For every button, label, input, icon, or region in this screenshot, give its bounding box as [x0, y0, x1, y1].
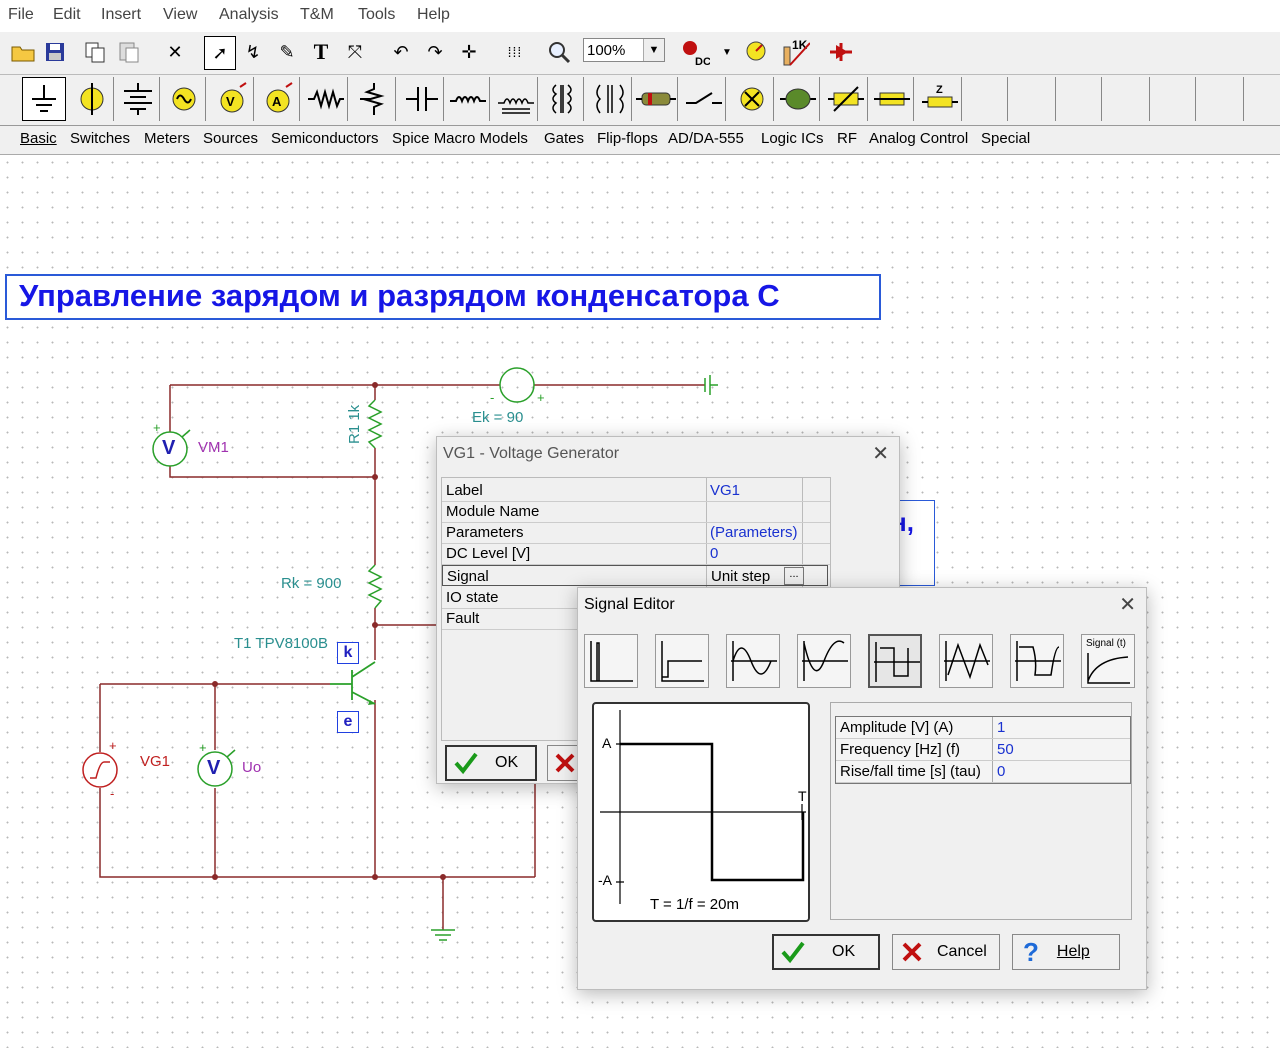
preview-period-label: T = 1/f = 20m — [650, 896, 739, 913]
ek-plus: + — [537, 390, 545, 405]
collector-k-label[interactable]: k — [337, 642, 359, 664]
step-wave-icon — [661, 641, 704, 682]
ek-label: Ek = 90 — [472, 409, 524, 426]
signal-editor-title: Signal Editor — [584, 596, 675, 613]
ek-minus: - — [490, 390, 495, 405]
trapezoid-wave-button[interactable] — [1010, 634, 1064, 688]
triangle-wave-icon — [944, 641, 990, 681]
t1-label: T1 TPV8100B — [234, 635, 328, 652]
signal-edit-button[interactable]: ... — [784, 567, 804, 585]
sine-wave-icon — [731, 641, 777, 681]
preview-t-label: T — [798, 788, 807, 804]
signal-params-grid: Amplitude [V] (A) 1 Frequency [Hz] (f) 5… — [830, 702, 1132, 920]
preview-neg-a-label: -A — [598, 872, 612, 888]
custom-signal-label: Signal (t) — [1086, 638, 1127, 649]
params-table: Amplitude [V] (A) 1 Frequency [Hz] (f) 5… — [835, 716, 1131, 784]
square-wave-button[interactable] — [868, 634, 922, 688]
sine-wave-button[interactable] — [726, 634, 780, 688]
signal-ok-button[interactable]: OK — [772, 934, 880, 970]
prop-row-dc-level[interactable]: DC Level [V] 0 — [442, 543, 830, 565]
vm1-v-label: V — [162, 437, 176, 459]
impulse-wave-icon — [590, 641, 633, 682]
x-icon — [902, 942, 922, 962]
unit-step-wave-button[interactable] — [655, 634, 709, 688]
x-icon — [555, 753, 575, 773]
unit-impulse-wave-button[interactable] — [584, 634, 638, 688]
square-wave-icon — [874, 642, 920, 682]
waveform-preview: A -A T T = 1/f = 20m — [592, 702, 810, 922]
signal-editor-dialog: Signal Editor ✕ Signal (t) A -A T T = 1/… — [577, 587, 1147, 990]
cosine-wave-icon — [802, 640, 848, 681]
vg1-dialog-title: VG1 - Voltage Generator — [443, 445, 620, 462]
vg1-label: VG1 — [140, 753, 171, 770]
uo-label: Uo — [242, 759, 262, 776]
question-icon: ? — [1023, 936, 1039, 967]
preview-a-label: A — [602, 735, 612, 751]
triangle-wave-button[interactable] — [939, 634, 993, 688]
signal-cancel-button[interactable]: Cancel — [892, 934, 1000, 970]
param-row-amplitude[interactable]: Amplitude [V] (A) 1 — [836, 717, 1130, 739]
prop-row-signal[interactable]: Signal Unit step ... — [442, 565, 828, 586]
vg1-plus: + — [109, 738, 117, 753]
close-icon[interactable]: ✕ — [1119, 592, 1136, 617]
param-row-frequency[interactable]: Frequency [Hz] (f) 50 — [836, 739, 1130, 761]
check-icon — [454, 752, 478, 775]
vg1-minus: - — [110, 786, 115, 801]
custom-signal-button[interactable]: Signal (t) — [1081, 634, 1135, 688]
emitter-e-label[interactable]: e — [337, 711, 359, 733]
check-icon — [781, 941, 805, 964]
uo-plus: + — [199, 740, 207, 755]
cosine-wave-button[interactable] — [797, 634, 851, 688]
r1-label: R1 1k — [346, 404, 363, 444]
close-icon[interactable]: ✕ — [872, 441, 889, 466]
vm1-label: VM1 — [198, 439, 229, 456]
rk-label: Rk = 900 — [281, 575, 342, 592]
prop-row-module-name[interactable]: Module Name — [442, 501, 830, 523]
vg1-ok-button[interactable]: OK — [445, 745, 537, 781]
trapezoid-wave-icon — [1015, 641, 1061, 681]
vm1-plus: + — [153, 420, 161, 435]
param-row-rise-fall[interactable]: Rise/fall time [s] (tau) 0 — [836, 761, 1130, 783]
uo-v-label: V — [207, 757, 221, 779]
prop-row-parameters[interactable]: Parameters (Parameters) — [442, 522, 830, 544]
signal-help-button[interactable]: ? Help — [1012, 934, 1120, 970]
prop-row-label[interactable]: Label VG1 — [442, 480, 830, 502]
